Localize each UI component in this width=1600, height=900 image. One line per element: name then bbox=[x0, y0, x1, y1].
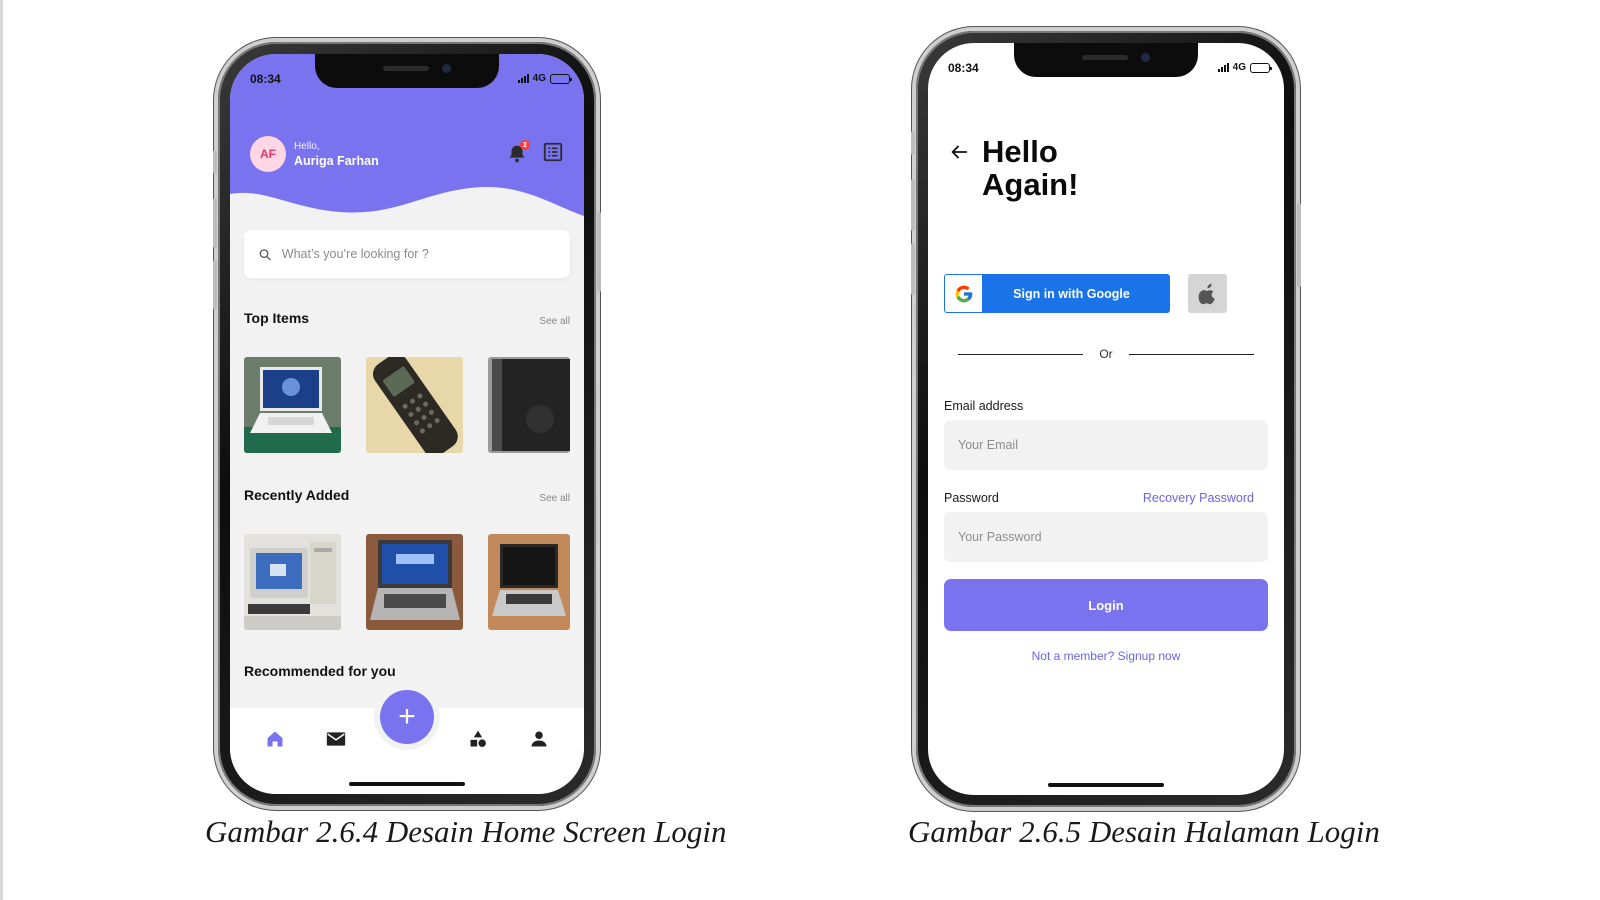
page-title-line-1: Hello bbox=[982, 134, 1058, 169]
email-field[interactable] bbox=[958, 438, 1254, 452]
search-input[interactable] bbox=[281, 247, 556, 261]
status-time: 08:34 bbox=[948, 61, 979, 75]
password-field-box[interactable] bbox=[944, 512, 1268, 562]
status-time: 08:34 bbox=[250, 72, 281, 86]
page-title-line-2: Again! bbox=[982, 167, 1079, 202]
see-all-recently-added[interactable]: See all bbox=[539, 493, 570, 504]
section-title-recently-added: Recently Added bbox=[244, 487, 350, 503]
google-logo-icon bbox=[945, 275, 982, 312]
nav-mail-icon[interactable] bbox=[316, 726, 356, 752]
or-divider: Or bbox=[958, 347, 1254, 361]
phone-volume-down bbox=[213, 260, 217, 310]
email-label: Email address bbox=[944, 399, 1024, 413]
phone-mute-switch bbox=[911, 131, 915, 155]
add-item-button[interactable]: + bbox=[380, 690, 434, 744]
home-screen: 08:34 4G AF Hello, Auriga Farhan 2 What’… bbox=[230, 54, 584, 794]
item-card-dell-laptop[interactable] bbox=[366, 534, 463, 630]
phone-power-button bbox=[1297, 203, 1301, 287]
phone-frame-home: 08:34 4G AF Hello, Auriga Farhan 2 What’… bbox=[213, 42, 601, 806]
bell-icon[interactable]: 2 bbox=[506, 140, 530, 165]
user-name: Auriga Farhan bbox=[294, 153, 379, 168]
item-card-dark-device[interactable] bbox=[488, 357, 570, 453]
home-header: AF Hello, Auriga Farhan 2 bbox=[250, 134, 564, 174]
battery-icon bbox=[550, 73, 572, 84]
greeting-block: Hello, Auriga Farhan bbox=[294, 141, 379, 168]
apple-icon bbox=[1198, 283, 1215, 304]
status-bar: 08:34 4G bbox=[230, 54, 584, 94]
signup-link[interactable]: Not a member? Signup now bbox=[928, 649, 1284, 663]
figure-caption-login: Gambar 2.6.5 Desain Halaman Login bbox=[908, 814, 1380, 849]
list-icon[interactable] bbox=[542, 141, 564, 168]
signal-icon bbox=[1217, 63, 1229, 72]
nav-user-icon[interactable] bbox=[519, 726, 559, 752]
phone-mute-switch bbox=[213, 150, 217, 174]
see-all-top-items[interactable]: See all bbox=[539, 316, 570, 327]
network-label: 4G bbox=[1232, 62, 1246, 73]
google-signin-label: Sign in with Google bbox=[1013, 286, 1130, 301]
login-button[interactable]: Login bbox=[944, 579, 1268, 631]
status-bar: 08:34 4G bbox=[928, 43, 1284, 83]
nav-home-icon[interactable] bbox=[255, 726, 295, 752]
phone-volume-up bbox=[213, 198, 217, 248]
email-field-box[interactable] bbox=[944, 420, 1268, 470]
or-divider-label: Or bbox=[1099, 347, 1113, 361]
notification-badge: 2 bbox=[520, 140, 530, 150]
login-screen: 08:34 4G Hello Again! Sign in with Googl… bbox=[928, 43, 1284, 795]
battery-icon bbox=[1250, 62, 1272, 73]
page-left-rule bbox=[0, 0, 3, 900]
phone-volume-up bbox=[911, 179, 915, 231]
avatar[interactable]: AF bbox=[250, 136, 286, 172]
recently-added-row bbox=[244, 534, 570, 630]
network-label: 4G bbox=[532, 73, 546, 84]
greeting-text: Hello, bbox=[294, 140, 320, 152]
phone-volume-down bbox=[911, 243, 915, 295]
nav-shapes-icon[interactable] bbox=[458, 726, 498, 752]
item-card-laptop-white[interactable] bbox=[244, 357, 341, 453]
google-signin-button[interactable]: Sign in with Google bbox=[944, 274, 1170, 313]
figure-caption-home: Gambar 2.6.4 Desain Home Screen Login bbox=[205, 814, 727, 849]
search-icon bbox=[259, 248, 271, 260]
section-title-top-items: Top Items bbox=[244, 310, 310, 326]
password-label: Password bbox=[944, 491, 999, 505]
signal-icon bbox=[517, 74, 529, 83]
search-bar[interactable] bbox=[244, 230, 570, 278]
phone-frame-login: 08:34 4G Hello Again! Sign in with Googl… bbox=[911, 31, 1301, 807]
password-field[interactable] bbox=[958, 530, 1254, 544]
item-card-old-cellphone[interactable] bbox=[366, 357, 463, 453]
home-indicator[interactable] bbox=[1048, 783, 1164, 787]
recovery-password-link[interactable]: Recovery Password bbox=[1143, 491, 1254, 505]
section-title-recommended: Recommended for you bbox=[244, 663, 396, 679]
item-card-silver-laptop[interactable] bbox=[488, 534, 570, 630]
top-items-row bbox=[244, 357, 570, 453]
apple-signin-button[interactable] bbox=[1188, 274, 1227, 313]
page-title: Hello Again! bbox=[982, 135, 1202, 201]
back-arrow-icon[interactable] bbox=[948, 141, 970, 163]
home-indicator[interactable] bbox=[349, 782, 465, 786]
phone-power-button bbox=[597, 212, 601, 292]
item-card-crt-desktop[interactable] bbox=[244, 534, 341, 630]
